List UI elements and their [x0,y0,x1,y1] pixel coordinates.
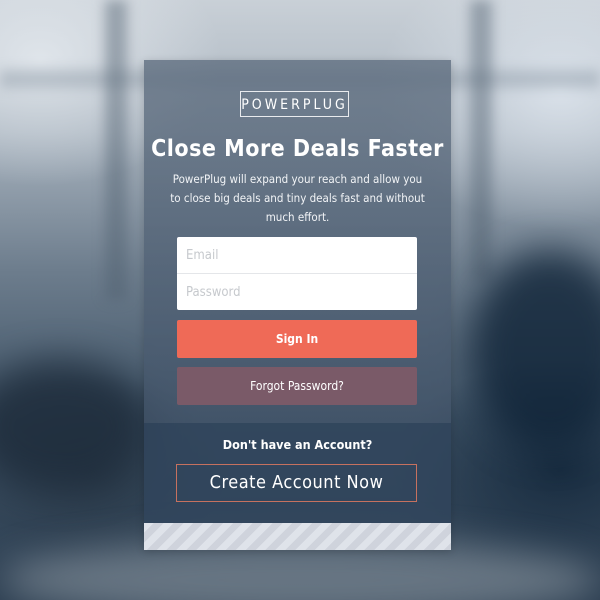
background-window-frame [105,0,127,300]
background-shape [470,250,600,450]
create-account-button[interactable]: Create Account Now [176,464,417,502]
sign-in-button[interactable]: Sign In [177,320,417,358]
background-window-frame [470,0,492,280]
page-description: PowerPlug will expand your reach and all… [170,172,425,224]
page-title: Close More Deals Faster [151,136,444,162]
password-field[interactable] [177,274,417,310]
email-field[interactable] [177,237,417,273]
powerplug-logo: POWERPLUG [240,91,349,117]
background-shape [0,360,150,490]
signup-prompt: Don't have an Account? [222,437,373,452]
login-card: POWERPLUG Close More Deals Faster PowerP… [144,60,451,550]
signup-section: Don't have an Account? Create Account No… [144,423,451,523]
login-inputs [177,237,417,310]
decorative-striped-footer [144,523,451,550]
forgot-password-button[interactable]: Forgot Password? [177,367,417,405]
